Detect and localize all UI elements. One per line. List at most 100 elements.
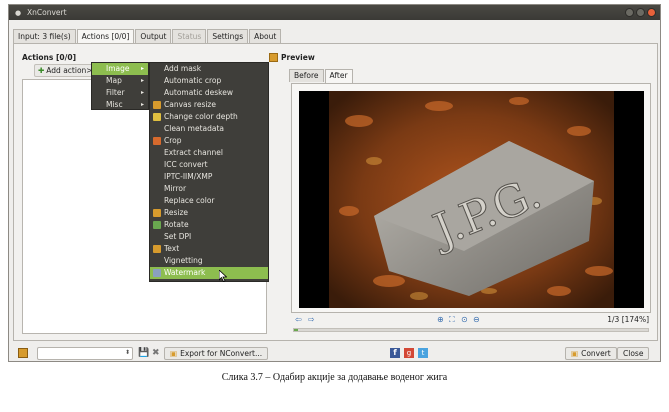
submenu-arrow-icon: ▸	[140, 77, 144, 84]
tab-settings[interactable]: Settings	[207, 29, 249, 43]
tombstone-photo: J.P.G.	[299, 91, 644, 308]
add-icon: ✚	[38, 66, 45, 75]
watermark-icon	[153, 269, 161, 277]
menu-item-label: Add mask	[164, 64, 202, 73]
menu-item-rotate[interactable]: Rotate	[150, 219, 268, 231]
preview-title: Preview	[281, 53, 315, 62]
close-label: Close	[623, 349, 644, 358]
close-button[interactable]: Close	[617, 347, 650, 360]
zoom-icon[interactable]: ⊙	[461, 315, 468, 324]
menu-item-icc-convert[interactable]: ICC convert	[150, 159, 268, 171]
tab-input-3-file-s[interactable]: Input: 3 file(s)	[13, 29, 76, 43]
save-icon[interactable]: 💾	[138, 348, 149, 358]
menu-item-label: IPTC-IIM/XMP	[164, 172, 213, 181]
image-actions-submenu: Add mask Automatic crop Automatic deskew Ca…	[149, 62, 269, 282]
menu-category-label: Filter	[106, 88, 125, 97]
menu-item-watermark[interactable]: Watermark	[150, 267, 268, 279]
menu-item-automatic-deskew[interactable]: Automatic deskew	[150, 87, 268, 99]
menu-category-label: Misc	[106, 100, 123, 109]
combo-spin-icon: ⬍	[124, 349, 130, 356]
menu-item-resize[interactable]: Resize	[150, 207, 268, 219]
menu-item-label: Change color depth	[164, 112, 238, 121]
preview-image: J.P.G.	[299, 91, 644, 308]
menu-item-replace-color[interactable]: Replace color	[150, 195, 268, 207]
facebook-icon[interactable]: f	[390, 348, 400, 358]
actions-title: Actions [0/0]	[22, 53, 77, 62]
fit-icon[interactable]: ⛶	[449, 315, 455, 325]
twitter-icon[interactable]: t	[418, 348, 428, 358]
previous-icon[interactable]: ⇦	[295, 315, 302, 324]
menu-item-label: Text	[164, 244, 180, 253]
menu-item-label: Clean metadata	[164, 124, 225, 133]
window-controls	[625, 8, 656, 17]
menu-category-misc[interactable]: Misc ▸	[92, 99, 148, 111]
main-tabs: Input: 3 file(s) Actions [0/0] Output Statu…	[13, 29, 282, 44]
menu-item-label: Set DPI	[164, 232, 192, 241]
preview-tab-before[interactable]: Before	[289, 69, 324, 82]
menu-item-extract-channel[interactable]: Extract channel	[150, 147, 268, 159]
convert-label: Convert	[581, 349, 611, 358]
add-action-label: Add action>	[46, 66, 93, 75]
delete-icon[interactable]: ✖	[152, 348, 162, 358]
menu-item-label: Crop	[164, 136, 182, 145]
tab-about[interactable]: About	[249, 29, 282, 43]
figure-caption: Слика 3.7 – Одабир акције за додавање во…	[221, 372, 448, 383]
tab-actions-0-0[interactable]: Actions [0/0]	[76, 29, 135, 44]
menu-item-crop[interactable]: Crop	[150, 135, 268, 147]
submenu-arrow-icon: ▸	[140, 65, 144, 72]
action-category-menu: Image ▸ Map ▸ Filter ▸ Misc ▸	[91, 62, 149, 110]
menu-category-image[interactable]: Image ▸	[92, 63, 148, 75]
menu-item-text[interactable]: Text	[150, 243, 268, 255]
menu-item-add-mask[interactable]: Add mask	[150, 63, 268, 75]
zoom-out-icon[interactable]: ⊖	[473, 315, 480, 324]
export-icon: ▣	[170, 349, 178, 358]
tab-status: Status	[172, 29, 207, 43]
menu-item-change-color-depth[interactable]: Change color depth	[150, 111, 268, 123]
window-menu-icon[interactable]: ●	[15, 9, 21, 16]
app-window: ● XnConvert Input: 3 file(s) Actions [0/0…	[8, 4, 661, 362]
title-bar: ● XnConvert	[9, 5, 660, 20]
menu-category-map[interactable]: Map ▸	[92, 75, 148, 87]
resize-icon	[153, 209, 161, 217]
close-window-icon[interactable]	[647, 8, 656, 17]
preview-controls: ⇦ ⇨ ⊕ ⛶ ⊙ ⊖ 1/3 [174%]	[291, 315, 651, 327]
menu-item-mirror[interactable]: Mirror	[150, 183, 268, 195]
menu-category-filter[interactable]: Filter ▸	[92, 87, 148, 99]
text-icon	[153, 245, 161, 253]
add-action-button[interactable]: ✚ Add action>	[34, 64, 98, 77]
preset-combo[interactable]: ⬍	[37, 347, 133, 360]
palette-icon	[153, 113, 161, 121]
menu-category-label: Image	[106, 64, 130, 73]
menu-item-label: Resize	[164, 208, 189, 217]
bottom-bar: ⬍ 💾 ✖ ▣ Export for NConvert... f g t ▣ C…	[13, 347, 658, 361]
zoom-in-icon[interactable]: ⊕	[437, 315, 444, 324]
preview-progress	[293, 328, 649, 332]
convert-button[interactable]: ▣ Convert	[565, 347, 617, 360]
preview-tab-after[interactable]: After	[324, 69, 353, 83]
menu-item-clean-metadata[interactable]: Clean metadata	[150, 123, 268, 135]
maximize-icon[interactable]	[636, 8, 645, 17]
menu-item-set-dpi[interactable]: Set DPI	[150, 231, 268, 243]
canvas-icon	[153, 101, 161, 109]
menu-item-automatic-crop[interactable]: Automatic crop	[150, 75, 268, 87]
menu-item-label: Watermark	[164, 268, 206, 277]
menu-item-canvas-resize[interactable]: Canvas resize	[150, 99, 268, 111]
menu-item-label: Extract channel	[164, 148, 223, 157]
folder-icon[interactable]	[18, 348, 28, 358]
menu-category-label: Map	[106, 76, 122, 85]
preview-icon	[269, 53, 278, 62]
tab-output[interactable]: Output	[135, 29, 172, 43]
minimize-icon[interactable]	[625, 8, 634, 17]
submenu-arrow-icon: ▸	[140, 89, 144, 96]
menu-item-iptc-iim-xmp[interactable]: IPTC-IIM/XMP	[150, 171, 268, 183]
export-nconvert-button[interactable]: ▣ Export for NConvert...	[164, 347, 269, 360]
menu-item-label: Rotate	[164, 220, 189, 229]
google-plus-icon[interactable]: g	[404, 348, 414, 358]
submenu-arrow-icon: ▸	[140, 101, 144, 108]
menu-item-label: Mirror	[164, 184, 187, 193]
page-info: 1/3 [174%]	[607, 315, 649, 324]
menu-item-label: ICC convert	[164, 160, 208, 169]
menu-item-label: Automatic crop	[164, 76, 222, 85]
menu-item-vignetting[interactable]: Vignetting	[150, 255, 268, 267]
next-icon[interactable]: ⇨	[308, 315, 315, 324]
